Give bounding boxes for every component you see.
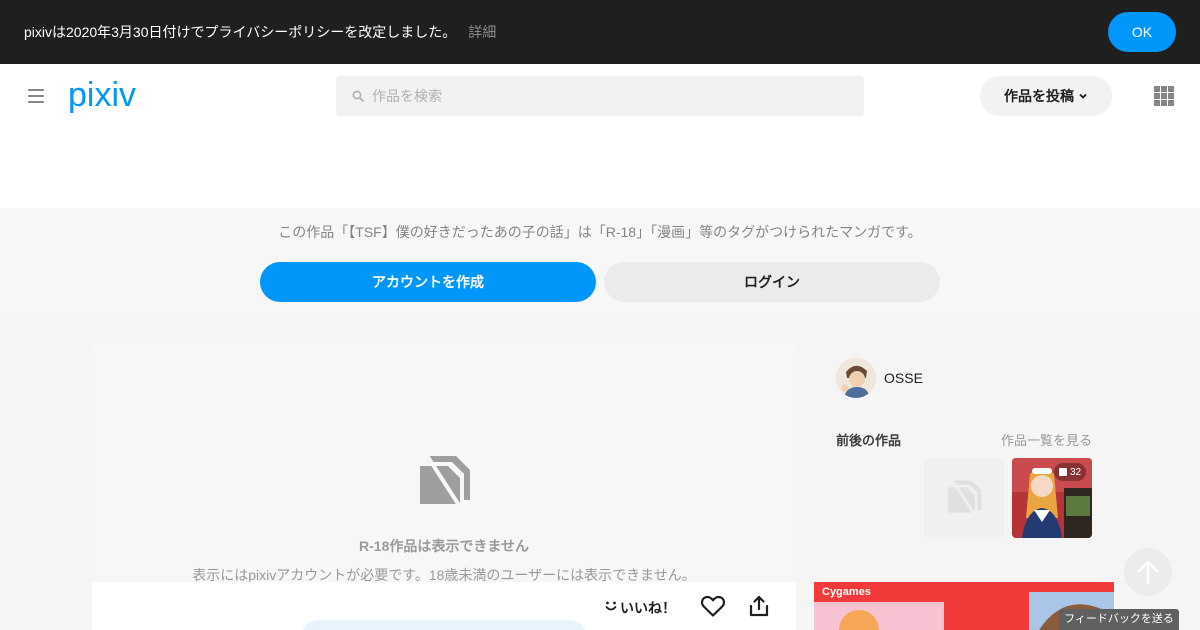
notice-text: pixivは2020年3月30日付けでプライバシーポリシーを改定しました。 — [24, 24, 457, 40]
image-blocked-icon — [948, 478, 982, 518]
create-account-button[interactable]: アカウントを作成 — [260, 262, 596, 302]
header-spacer — [0, 128, 1200, 208]
pixiv-logo[interactable]: pixiv — [68, 76, 152, 116]
author-name[interactable]: OSSE — [884, 370, 923, 386]
post-artwork-label: 作品を投稿 — [1004, 88, 1074, 104]
notice-ok-button[interactable]: OK — [1108, 12, 1176, 52]
page-count-badge: 32 — [1054, 463, 1087, 481]
chevron-down-icon — [1079, 93, 1087, 99]
author-avatar[interactable] — [836, 358, 876, 398]
login-button[interactable]: ログイン — [604, 262, 940, 302]
like-button[interactable]: いいね！ — [620, 598, 676, 618]
share-icon[interactable] — [748, 594, 770, 618]
heart-icon[interactable] — [700, 594, 726, 618]
ad-brand-logo: Cygames — [822, 586, 871, 598]
notice-detail-link[interactable]: 詳細 — [468, 22, 496, 42]
logo-text: pixiv — [68, 76, 136, 114]
search-input[interactable] — [372, 76, 852, 116]
image-blocked-icon — [420, 452, 470, 512]
r18-blocked-title: R-18作品は表示できません — [359, 538, 529, 554]
privacy-notice-bar: pixivは2020年3月30日付けでプライバシーポリシーを改定しました。 詳細 — [0, 0, 1200, 64]
post-artwork-button[interactable]: 作品を投稿 — [980, 76, 1112, 116]
pages-icon — [1059, 468, 1067, 476]
scroll-to-top-button[interactable] — [1124, 548, 1172, 596]
prev-next-heading: 前後の作品 — [836, 433, 902, 448]
smile-icon — [605, 601, 617, 611]
see-all-works-link[interactable]: 作品一覧を見る — [1001, 430, 1092, 449]
feedback-button[interactable]: フィードバックを送る — [1059, 609, 1179, 630]
service-grid-icon[interactable] — [1154, 86, 1174, 106]
menu-icon[interactable] — [28, 89, 44, 103]
signup-message: この作品「【TSF】僕の好きだったあの子の話」は「R-18」「漫画」等のタグがつ… — [278, 224, 922, 240]
page-count: 32 — [1070, 466, 1082, 478]
arrow-up-icon — [1137, 560, 1159, 585]
artwork-view-button[interactable] — [300, 620, 588, 630]
search-icon — [352, 90, 364, 102]
